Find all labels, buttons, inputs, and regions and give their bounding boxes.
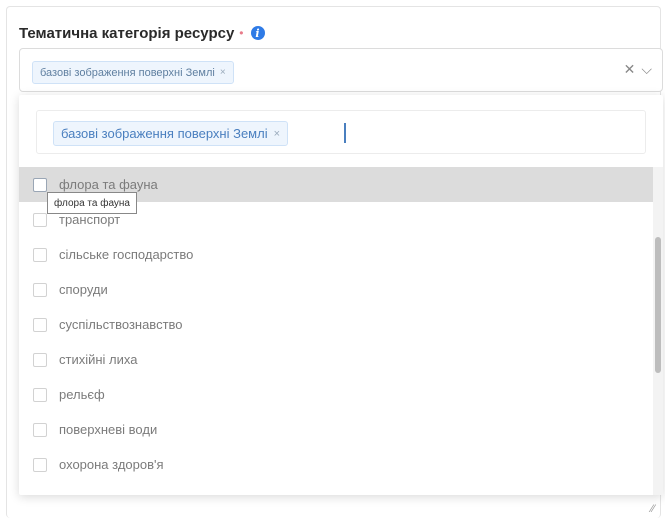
option-label: флора та фауна [59, 177, 158, 192]
text-caret [344, 123, 346, 143]
scrollbar-thumb[interactable] [655, 237, 661, 373]
search-chip-remove-icon[interactable]: × [274, 128, 280, 140]
option-item[interactable]: суспільствознавство [19, 307, 653, 342]
field-label-row: Тематична категорія ресурсу • i [19, 22, 265, 44]
checkbox[interactable] [33, 177, 47, 192]
checkbox[interactable] [33, 387, 47, 402]
option-item[interactable]: сільське господарство [19, 237, 653, 272]
option-tooltip: флора та фауна [47, 192, 137, 214]
selected-chip: базові зображення поверхні Землі × [32, 61, 234, 84]
scrollbar-track[interactable] [653, 167, 663, 495]
checkbox[interactable] [33, 317, 47, 332]
option-label: поверхневі води [59, 422, 158, 437]
checkbox[interactable] [33, 212, 47, 227]
checkbox[interactable] [33, 422, 47, 437]
option-item[interactable]: споруди [19, 272, 653, 307]
option-label: сільське господарство [59, 247, 194, 262]
chip-remove-icon[interactable]: × [220, 67, 226, 78]
option-label: стихійні лиха [59, 352, 138, 367]
checkbox[interactable] [33, 352, 47, 367]
select-controls: ✕ ⌵ [624, 61, 652, 78]
search-input[interactable]: базові зображення поверхні Землі × [36, 110, 646, 154]
checkbox[interactable] [33, 457, 47, 472]
option-item[interactable]: стихійні лиха [19, 342, 653, 377]
option-item[interactable]: охорона здоров'я [19, 447, 653, 482]
chevron-down-icon[interactable]: ⌵ [641, 61, 652, 78]
resize-handle-icon[interactable]: ⁄⁄ [651, 503, 655, 515]
clear-icon[interactable]: ✕ [624, 61, 636, 78]
search-chip-label: базові зображення поверхні Землі [61, 126, 268, 141]
options-list: флора та фауна транспорт сільське господ… [19, 167, 653, 482]
option-item[interactable]: рельєф [19, 377, 653, 412]
option-label: транспорт [59, 212, 121, 227]
required-indicator: • [239, 26, 244, 40]
search-chip: базові зображення поверхні Землі × [53, 121, 289, 146]
option-label: рельєф [59, 387, 105, 402]
checkbox[interactable] [33, 282, 47, 297]
option-label: охорона здоров'я [59, 457, 164, 472]
option-label: споруди [59, 282, 108, 297]
option-label: суспільствознавство [59, 317, 183, 332]
info-icon[interactable]: i [250, 26, 265, 40]
selected-chip-label: базові зображення поверхні Землі [40, 66, 215, 79]
field-label: Тематична категорія ресурсу [19, 24, 235, 42]
options-dropdown: базові зображення поверхні Землі × флора… [19, 95, 663, 495]
option-item[interactable]: поверхневі води [19, 412, 653, 447]
category-select[interactable]: базові зображення поверхні Землі × ✕ ⌵ [19, 48, 663, 92]
checkbox[interactable] [33, 247, 47, 262]
